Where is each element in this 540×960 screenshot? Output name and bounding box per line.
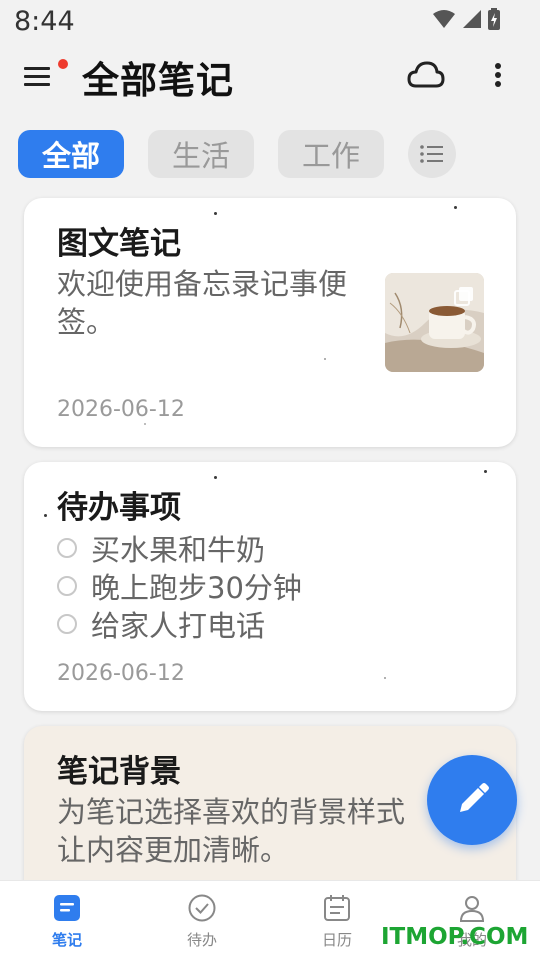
nav-todo[interactable]: 待办 — [152, 881, 252, 960]
todo-checkbox[interactable] — [57, 538, 77, 558]
nav-label: 日历 — [321, 931, 352, 949]
calendar-icon — [324, 895, 350, 921]
watermark: ITMOP.COM — [381, 924, 529, 950]
status-icons — [432, 8, 500, 30]
new-note-button[interactable] — [427, 755, 517, 845]
nav-label: 待办 — [186, 931, 217, 949]
more-vertical-icon — [495, 63, 501, 87]
note-title: 图文笔记 — [57, 226, 181, 262]
nav-label: 笔记 — [51, 931, 82, 949]
note-title: 待办事项 — [57, 490, 181, 526]
note-date: 2026-06-12 — [57, 661, 185, 686]
todo-item[interactable]: 给家人打电话 — [57, 605, 302, 643]
page-title: 全部笔记 — [82, 59, 234, 102]
status-bar: 8:44 — [0, 0, 540, 44]
user-icon — [459, 896, 485, 922]
note-body-line: 让内容更加清晰。 — [57, 833, 290, 867]
category-tabs: 全部 生活 工作 — [18, 130, 456, 178]
note-thumbnail — [385, 273, 484, 372]
nav-calendar[interactable]: 日历 — [287, 881, 387, 960]
signal-icon — [463, 10, 481, 28]
tab-work[interactable]: 工作 — [278, 130, 384, 178]
cloud-sync-button[interactable] — [406, 58, 446, 92]
status-time: 8:44 — [14, 6, 75, 37]
tab-all[interactable]: 全部 — [18, 130, 124, 178]
todo-checkbox[interactable] — [57, 576, 77, 596]
todo-checkbox[interactable] — [57, 614, 77, 634]
todo-text: 晚上跑步30分钟 — [91, 571, 302, 605]
nav-notes[interactable]: 笔记 — [17, 881, 117, 960]
todo-list: 买水果和牛奶 晚上跑步30分钟 给家人打电话 — [57, 529, 302, 643]
notification-dot — [58, 59, 68, 69]
battery-icon — [488, 8, 500, 30]
category-list-button[interactable] — [408, 130, 456, 178]
list-icon — [420, 145, 443, 163]
hamburger-icon — [24, 67, 50, 86]
note-body: 欢迎使用备忘录记事便签。 — [57, 267, 348, 339]
todo-text: 买水果和牛奶 — [91, 533, 266, 567]
todo-text: 给家人打电话 — [91, 609, 266, 643]
note-card[interactable]: 图文笔记 欢迎使用备忘录记事便签。 2026-06-12 — [24, 198, 516, 447]
pencil-icon — [460, 783, 489, 812]
note-date: 2026-06-12 — [57, 397, 185, 422]
todo-item[interactable]: 晚上跑步30分钟 — [57, 567, 302, 605]
check-circle-icon — [188, 894, 216, 922]
todo-item[interactable]: 买水果和牛奶 — [57, 529, 302, 567]
menu-button[interactable] — [22, 56, 62, 96]
note-title: 笔记背景 — [57, 754, 181, 790]
cloud-icon — [407, 61, 445, 88]
tab-life[interactable]: 生活 — [148, 130, 254, 178]
note-card[interactable]: 待办事项 买水果和牛奶 晚上跑步30分钟 给家人打电话 2026-06-12 — [24, 462, 516, 711]
app-bar: 全部笔记 — [0, 48, 540, 104]
notes-icon — [54, 895, 80, 921]
more-options-button[interactable] — [486, 58, 510, 94]
coffee-photo-icon — [385, 273, 484, 372]
wifi-icon — [433, 10, 455, 28]
